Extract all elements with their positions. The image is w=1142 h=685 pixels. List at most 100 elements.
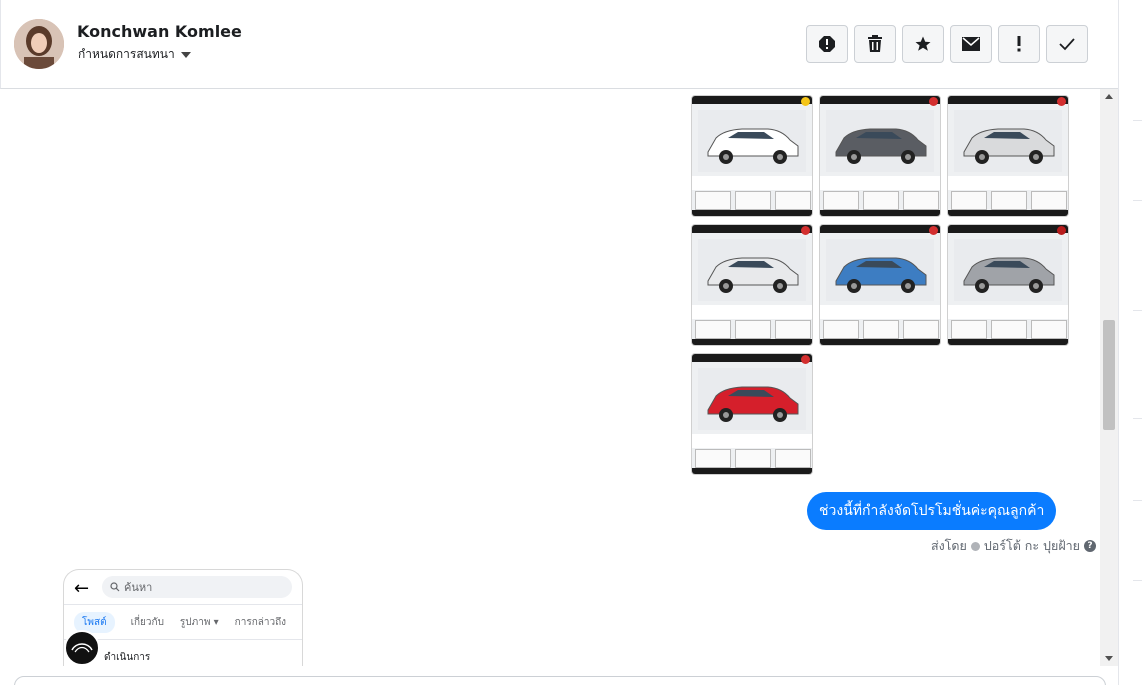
mini-photo <box>863 320 899 339</box>
price-band <box>692 176 812 190</box>
logo-emblem <box>71 643 93 653</box>
outgoing-message-bubble[interactable]: ช่วงนี้ที่กำลังจัดโปรโมชั่นค่ะคุณลูกค้า <box>807 492 1057 530</box>
badge-icon <box>929 226 938 235</box>
banner-strip <box>692 225 812 233</box>
footer-strip <box>948 210 1068 216</box>
mini-photo <box>863 191 899 210</box>
mini-photo <box>1031 191 1067 210</box>
banner-strip <box>820 225 940 233</box>
message-text: ช่วงนี้ที่กำลังจัดโปรโมชั่นค่ะคุณลูกค้า <box>819 503 1045 519</box>
badge-icon <box>929 97 938 106</box>
star-button[interactable] <box>902 25 944 63</box>
conversation-header: Konchwan Komlee กำหนดการสนทนา <box>0 0 1118 89</box>
mini-photo <box>951 320 987 339</box>
mini-photo <box>735 449 771 468</box>
price-band <box>692 305 812 319</box>
star-icon <box>915 36 931 51</box>
mini-photo <box>903 191 939 210</box>
price-band <box>820 305 940 319</box>
scroll-down-arrow-icon[interactable] <box>1105 656 1113 661</box>
done-button[interactable] <box>1046 25 1088 63</box>
message-composer[interactable] <box>14 676 1106 685</box>
footer-strip <box>692 339 812 345</box>
spam-icon <box>819 36 835 52</box>
avatar[interactable] <box>14 19 64 69</box>
phone-row: ดำเนินการ <box>104 652 151 663</box>
delete-button[interactable] <box>854 25 896 63</box>
avatar-image <box>14 19 64 69</box>
exclamation-icon <box>1017 36 1021 52</box>
mini-photo <box>735 320 771 339</box>
badge-icon <box>801 226 810 235</box>
scroll-up-arrow-icon[interactable] <box>1105 94 1113 99</box>
page-logo <box>64 630 100 666</box>
scrollbar-thumb[interactable] <box>1103 320 1115 430</box>
price-band <box>692 434 812 448</box>
divider <box>1133 500 1142 501</box>
footer-strip <box>692 210 812 216</box>
car-image <box>698 239 806 301</box>
image-attachment[interactable] <box>947 224 1069 346</box>
phone-tab-photos: รูปภาพ ▾ <box>179 616 219 628</box>
banner-strip <box>948 96 1068 104</box>
sent-by-name[interactable]: ปอร์โต้ กะ ปุยฝ้าย <box>984 536 1080 556</box>
trash-icon <box>868 35 882 52</box>
sender-status-icon <box>970 541 980 551</box>
follow-up-button[interactable] <box>998 25 1040 63</box>
phone-tab-mentions: การกล่าวถึง <box>234 616 287 628</box>
help-icon[interactable]: ? <box>1084 540 1096 552</box>
envelope-icon <box>962 37 980 51</box>
divider <box>1133 418 1142 419</box>
mini-photo <box>991 191 1027 210</box>
right-panel-edge <box>1118 0 1142 685</box>
price-band <box>948 305 1068 319</box>
mini-photo <box>695 320 731 339</box>
image-attachment[interactable] <box>819 224 941 346</box>
banner-strip <box>692 96 812 104</box>
mini-photo <box>775 449 811 468</box>
spam-button[interactable] <box>806 25 848 63</box>
mini-photo <box>903 320 939 339</box>
mini-photo <box>735 191 771 210</box>
mini-photo <box>823 191 859 210</box>
sent-by-line: ส่งโดย ปอร์โต้ กะ ปุยฝ้าย ? <box>931 536 1096 556</box>
assign-conversation-dropdown[interactable]: กำหนดการสนทนา <box>78 45 191 64</box>
image-attachment[interactable] <box>691 353 813 475</box>
car-image <box>698 110 806 172</box>
incoming-screenshot-image[interactable]: ← ค้นหา โพสต์ เกี่ยวกับ รูปภาพ ▾ การกล่า… <box>63 569 303 666</box>
divider <box>1133 200 1142 201</box>
car-image <box>826 239 934 301</box>
mini-photo <box>775 191 811 210</box>
message-scrollbar[interactable] <box>1100 89 1118 666</box>
phone-tab-about: เกี่ยวกับ <box>130 616 164 628</box>
image-attachment[interactable] <box>691 95 813 217</box>
banner-strip <box>948 225 1068 233</box>
mark-unread-button[interactable] <box>950 25 992 63</box>
search-icon <box>110 582 120 592</box>
assign-label: กำหนดการสนทนา <box>78 47 175 61</box>
phone-search-bar: ค้นหา <box>102 576 292 598</box>
divider <box>1133 310 1142 311</box>
divider <box>1133 580 1142 581</box>
banner-strip <box>692 354 812 362</box>
mini-photo <box>695 449 731 468</box>
car-image <box>954 110 1062 172</box>
footer-strip <box>692 468 812 474</box>
car-image <box>698 368 806 430</box>
phone-tab-photos-label: รูปภาพ <box>179 616 211 628</box>
mini-photo <box>823 320 859 339</box>
image-attachment[interactable] <box>691 224 813 346</box>
mini-photo <box>775 320 811 339</box>
mini-photo <box>695 191 731 210</box>
check-icon <box>1059 38 1075 51</box>
car-image <box>826 110 934 172</box>
image-attachment[interactable] <box>947 95 1069 217</box>
footer-strip <box>948 339 1068 345</box>
banner-strip <box>820 96 940 104</box>
back-arrow-icon: ← <box>74 578 90 599</box>
sent-by-prefix: ส่งโดย <box>930 538 967 553</box>
image-attachment[interactable] <box>819 95 941 217</box>
price-band <box>820 176 940 190</box>
badge-icon <box>1057 226 1066 235</box>
badge-icon <box>801 97 810 106</box>
